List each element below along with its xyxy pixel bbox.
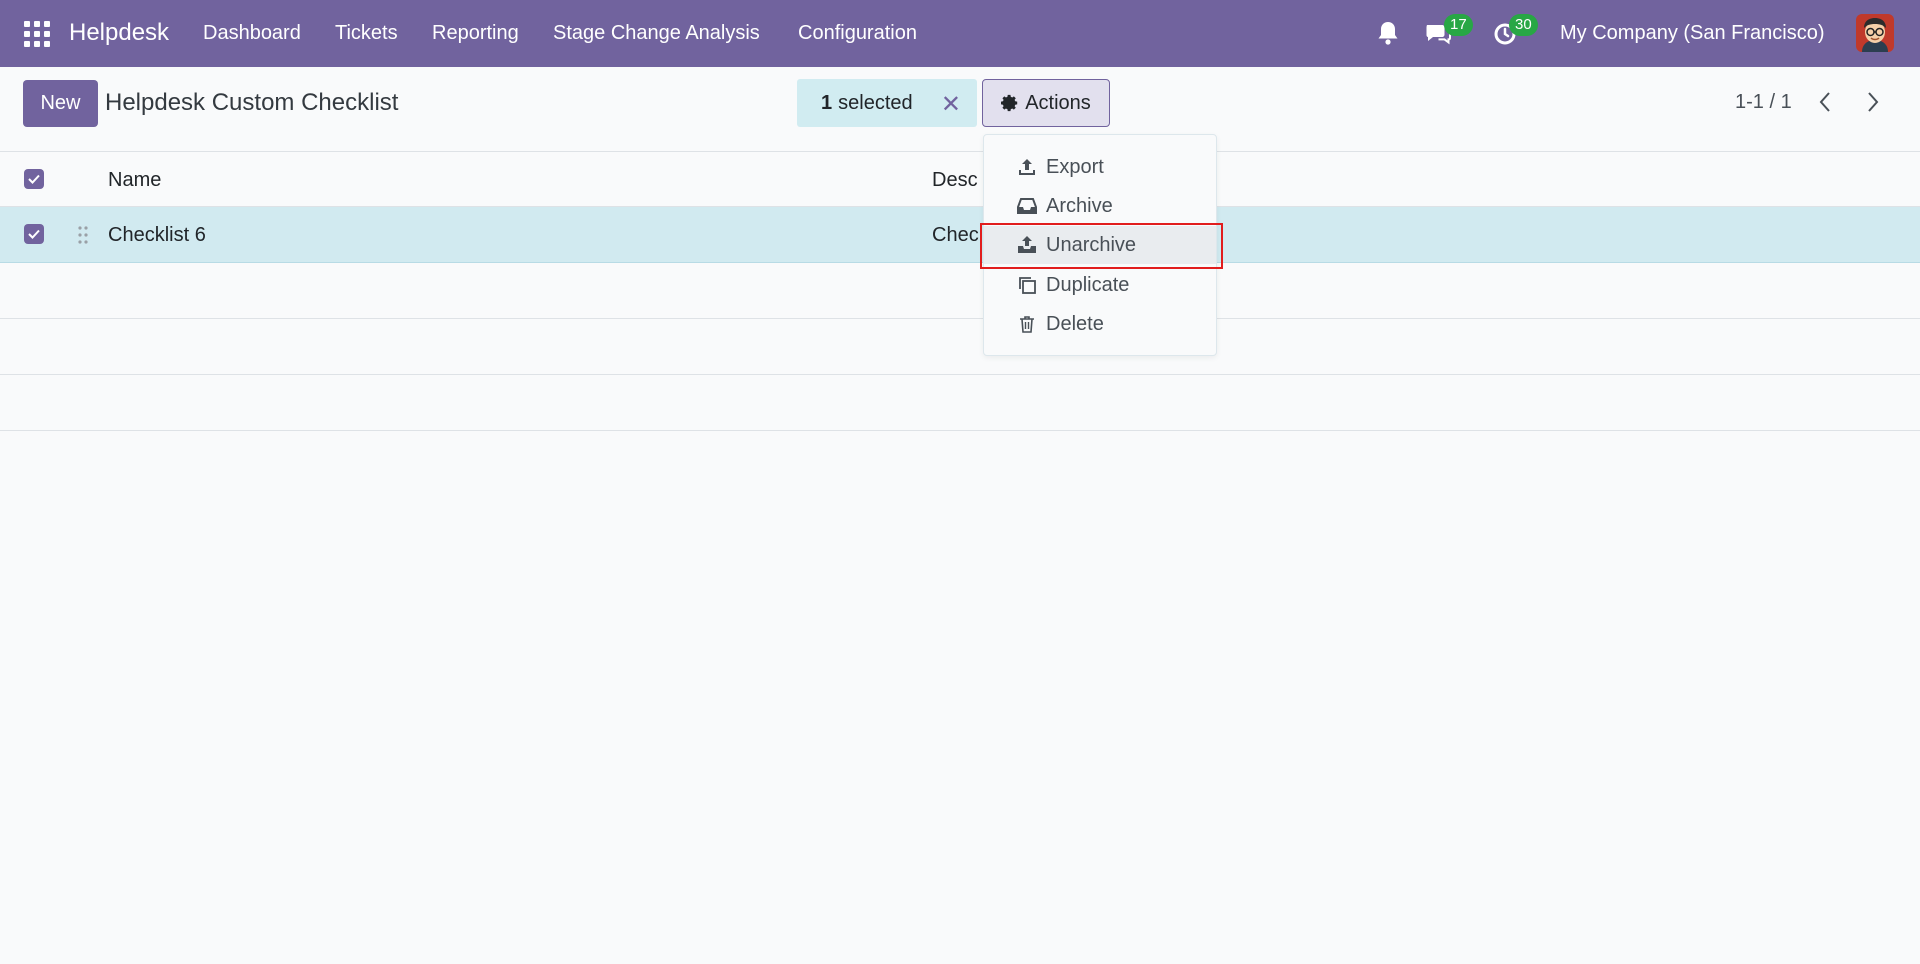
page-title: Helpdesk Custom Checklist: [105, 89, 399, 116]
menu-dashboard[interactable]: Dashboard: [203, 22, 301, 45]
empty-row: [0, 319, 1920, 375]
pager-next-icon[interactable]: [1858, 87, 1888, 117]
new-button[interactable]: New: [23, 80, 98, 127]
row-checkbox[interactable]: [24, 224, 44, 244]
menu-item-label: Archive: [1046, 194, 1113, 217]
inbox-archive-icon: [1016, 195, 1038, 217]
column-header-description[interactable]: Desc: [932, 169, 984, 192]
trash-icon: [1016, 313, 1038, 335]
user-avatar[interactable]: [1856, 14, 1894, 52]
selected-count: 1: [821, 91, 833, 114]
actions-label: Actions: [1025, 91, 1091, 114]
actions-button[interactable]: Actions: [982, 79, 1110, 127]
row-description-cell[interactable]: Chec: [932, 224, 984, 247]
activities-count-badge: 30: [1509, 14, 1538, 36]
empty-row: [0, 263, 1920, 319]
column-header-name[interactable]: Name: [108, 169, 161, 192]
selected-label: selected: [838, 91, 913, 114]
gear-icon: [1001, 94, 1018, 112]
menu-tickets[interactable]: Tickets: [335, 22, 398, 45]
menu-item-label: Delete: [1046, 312, 1104, 335]
export-icon: [1016, 156, 1038, 178]
clear-selection-icon[interactable]: ✕: [941, 90, 961, 119]
actions-dropdown-menu: Export Archive Unarchive Duplicate Delet…: [983, 134, 1217, 356]
menu-stage-change-analysis[interactable]: Stage Change Analysis: [553, 22, 760, 45]
menu-reporting[interactable]: Reporting: [432, 22, 519, 45]
menu-item-export[interactable]: Export: [984, 148, 1216, 186]
selection-indicator: 1 selected ✕: [797, 79, 977, 127]
row-name-cell[interactable]: Checklist 6: [108, 224, 206, 247]
copy-icon: [1016, 274, 1038, 296]
table-row[interactable]: Checklist 6 Chec: [0, 207, 1920, 263]
menu-item-delete[interactable]: Delete: [984, 305, 1216, 343]
menu-configuration[interactable]: Configuration: [798, 22, 917, 45]
control-panel: New Helpdesk Custom Checklist 1 selected…: [0, 67, 1920, 152]
top-navbar: Helpdesk Dashboard Tickets Reporting Sta…: [0, 0, 1920, 67]
menu-item-archive[interactable]: Archive: [984, 187, 1216, 225]
menu-item-duplicate[interactable]: Duplicate: [984, 266, 1216, 304]
app-brand[interactable]: Helpdesk: [69, 19, 169, 47]
unarchive-icon: [1016, 234, 1038, 256]
list-table: Name Desc Checklist 6 Chec: [0, 152, 1920, 431]
table-header: Name Desc: [0, 152, 1920, 207]
empty-row: [0, 375, 1920, 431]
menu-item-label: Export: [1046, 155, 1104, 178]
messages-count-badge: 17: [1444, 14, 1473, 36]
company-switcher[interactable]: My Company (San Francisco): [1560, 22, 1825, 45]
pager-previous-icon[interactable]: [1810, 87, 1840, 117]
menu-item-label: Duplicate: [1046, 273, 1130, 296]
pager-value[interactable]: 1-1 / 1: [1735, 91, 1792, 114]
apps-grid-icon[interactable]: [24, 21, 50, 47]
menu-item-unarchive[interactable]: Unarchive: [984, 226, 1216, 264]
select-all-checkbox[interactable]: [24, 169, 44, 189]
menu-item-label: Unarchive: [1046, 233, 1137, 256]
drag-handle-icon[interactable]: [76, 225, 90, 245]
bell-icon[interactable]: [1373, 18, 1403, 48]
